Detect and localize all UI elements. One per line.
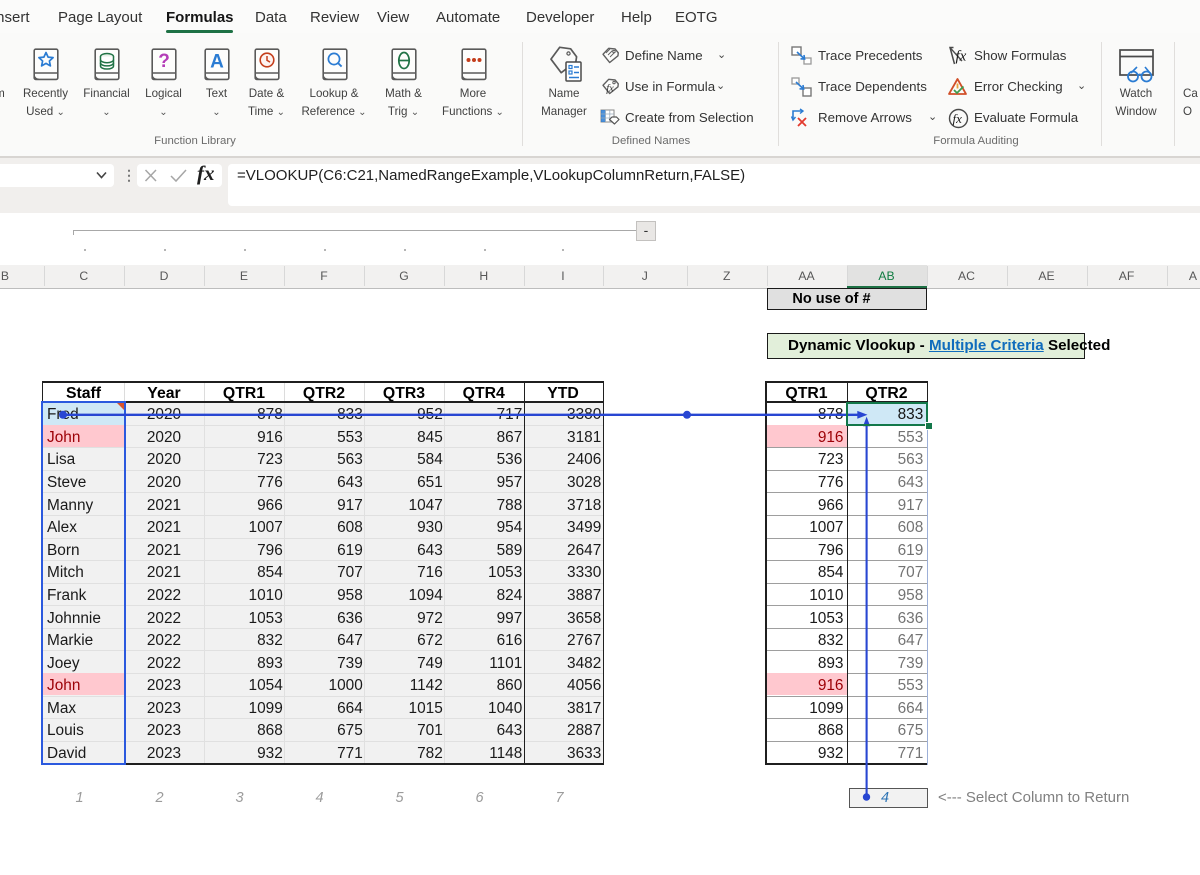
svg-text:A: A [210,51,224,72]
svg-text:fx: fx [953,111,963,126]
svg-text:fx: fx [956,49,967,65]
svg-text:?: ? [158,51,170,72]
svg-text:fx: fx [606,84,614,95]
